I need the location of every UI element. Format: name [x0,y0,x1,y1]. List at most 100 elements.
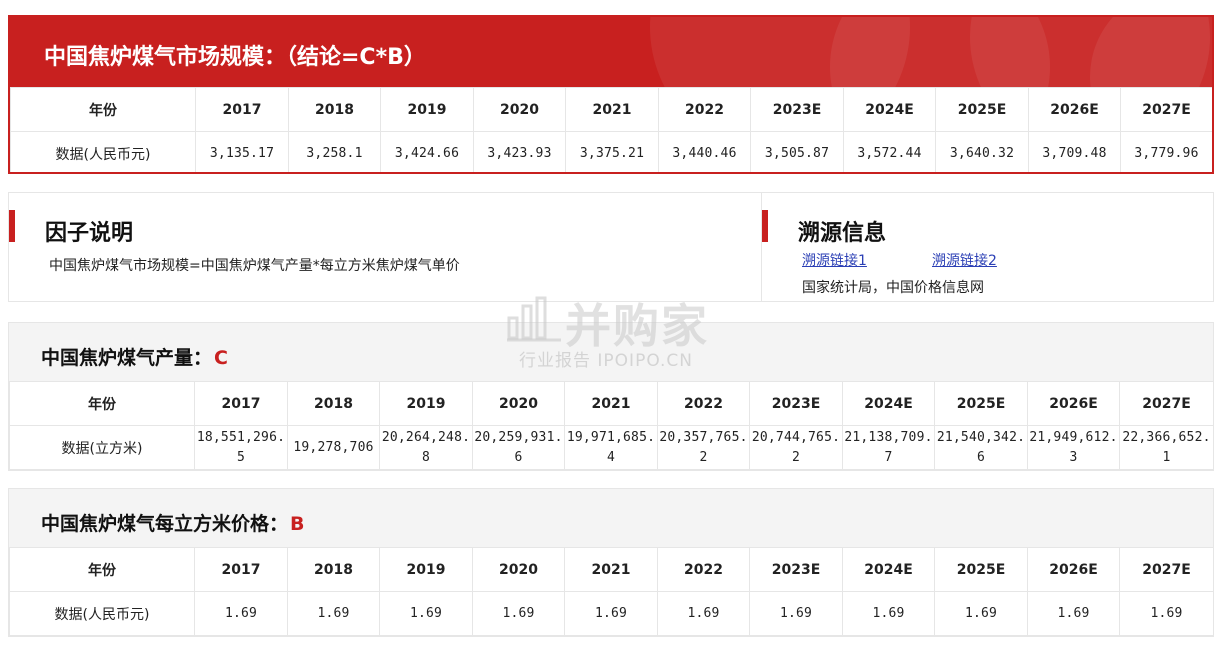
year-cell: 2026E [1027,547,1120,592]
year-cell: 2019 [379,381,473,426]
value-cell: 3,440.46 [658,131,751,172]
market-size-table: 年份 2017 2018 2019 2020 2021 2022 2023E 2… [10,87,1212,172]
table-row: 数据(人民币元) 1.69 1.69 1.69 1.69 1.69 1.69 1… [9,591,1214,636]
year-cell: 2020 [472,547,565,592]
value-cell: 18,551,296.5 [194,425,288,470]
factor-panel: 因子说明 中国焦炉煤气市场规模=中国焦炉煤气产量*每立方米焦炉煤气单价 [8,192,762,302]
value-cell: 1.69 [934,591,1028,636]
production-section: 中国焦炉煤气产量： C 年份 2017 2018 2019 2020 2021 2… [8,322,1214,471]
value-cell: 3,640.32 [935,131,1029,172]
market-size-header: 中国焦炉煤气市场规模：（结论=C*B） [10,17,1212,87]
accent-bar [762,210,768,242]
value-cell: 21,949,612.3 [1027,425,1120,470]
market-size-title: 中国焦炉煤气市场规模：（结论=C*B） [44,45,426,70]
value-cell: 1.69 [1119,591,1214,636]
production-title: 中国焦炉煤气产量： C [41,343,228,370]
year-cell: 2025E [934,381,1028,426]
source-link-2[interactable]: 溯源链接2 [932,250,997,270]
price-section: 中国焦炉煤气每立方米价格： B 年份 2017 2018 2019 2020 20… [8,488,1214,637]
year-cell: 2027E [1120,87,1212,132]
value-cell: 1.69 [749,591,843,636]
value-cell: 3,135.17 [195,131,289,172]
year-cell: 2026E [1028,87,1121,132]
value-cell: 3,375.21 [565,131,659,172]
value-cell: 20,744,765.2 [749,425,843,470]
year-cell: 2024E [842,381,935,426]
table-row: 数据(人民币元) 3,135.17 3,258.1 3,424.66 3,423… [10,131,1212,172]
value-cell: 3,572.44 [843,131,936,172]
year-cell: 2024E [842,547,935,592]
price-table: 年份 2017 2018 2019 2020 2021 2022 2023E 2… [9,547,1214,636]
value-cell: 22,366,652.1 [1119,425,1214,470]
header-cell-year: 年份 [9,381,195,426]
value-cell: 20,264,248.8 [379,425,473,470]
header-cell-year: 年份 [10,87,196,132]
value-cell: 3,424.66 [380,131,474,172]
year-cell: 2019 [380,87,474,132]
year-cell: 2021 [564,381,658,426]
accent-bar [9,210,15,242]
table-header-row: 年份 2017 2018 2019 2020 2021 2022 2023E 2… [9,547,1214,592]
table-row: 数据(立方米) 18,551,296.5 19,278,706 20,264,2… [9,425,1214,470]
year-cell: 2025E [934,547,1028,592]
year-cell: 2023E [749,381,843,426]
year-cell: 2017 [194,381,288,426]
year-cell: 2018 [287,547,380,592]
value-cell: 20,357,765.2 [657,425,750,470]
value-cell: 1.69 [379,591,473,636]
value-cell: 19,971,685.4 [564,425,658,470]
value-cell: 20,259,931.6 [472,425,565,470]
year-cell: 2027E [1119,381,1214,426]
value-cell: 3,709.48 [1028,131,1121,172]
value-cell: 1.69 [472,591,565,636]
year-cell: 2021 [565,87,659,132]
value-cell: 19,278,706 [287,425,380,470]
year-cell: 2021 [564,547,658,592]
price-section-header: 中国焦炉煤气每立方米价格： B [9,489,1213,547]
value-cell: 1.69 [287,591,380,636]
row-label: 数据(立方米) [9,425,195,470]
value-cell: 21,540,342.6 [934,425,1028,470]
price-title: 中国焦炉煤气每立方米价格： B [41,509,305,536]
factor-formula-text: 中国焦炉煤气市场规模=中国焦炉煤气产量*每立方米焦炉煤气单价 [49,258,460,274]
year-cell: 2018 [287,381,380,426]
header-cell-year: 年份 [9,547,195,592]
year-cell: 2027E [1119,547,1214,592]
factor-heading: 因子说明 [45,221,134,246]
row-label: 数据(人民币元) [9,591,195,636]
production-table: 年份 2017 2018 2019 2020 2021 2022 2023E 2… [9,381,1214,470]
value-cell: 3,258.1 [288,131,381,172]
source-text: 国家统计局，中国价格信息网 [802,280,984,296]
year-cell: 2023E [749,547,843,592]
year-cell: 2026E [1027,381,1120,426]
year-cell: 2022 [658,87,751,132]
production-section-header: 中国焦炉煤气产量： C [9,323,1213,381]
value-cell: 1.69 [1027,591,1120,636]
value-cell: 3,779.96 [1120,131,1212,172]
year-cell: 2023E [750,87,844,132]
year-cell: 2022 [657,381,750,426]
value-cell: 1.69 [194,591,288,636]
production-code: C [214,347,228,369]
price-title-text: 中国焦炉煤气每立方米价格： [41,513,289,535]
year-cell: 2024E [843,87,936,132]
year-cell: 2022 [657,547,750,592]
year-cell: 2019 [379,547,473,592]
year-cell: 2025E [935,87,1029,132]
row-label: 数据(人民币元) [10,131,196,172]
value-cell: 21,138,709.7 [842,425,935,470]
year-cell: 2017 [195,87,289,132]
year-cell: 2020 [472,381,565,426]
source-heading: 溯源信息 [798,221,887,246]
value-cell: 3,423.93 [473,131,566,172]
source-panel: 溯源信息 溯源链接1 溯源链接2 国家统计局，中国价格信息网 [761,192,1214,302]
production-title-text: 中国焦炉煤气产量： [41,347,213,369]
price-code: B [290,513,305,535]
table-header-row: 年份 2017 2018 2019 2020 2021 2022 2023E 2… [10,87,1212,132]
value-cell: 1.69 [657,591,750,636]
value-cell: 1.69 [842,591,935,636]
table-header-row: 年份 2017 2018 2019 2020 2021 2022 2023E 2… [9,381,1214,426]
market-size-panel: 中国焦炉煤气市场规模：（结论=C*B） 年份 2017 2018 2019 20… [8,15,1214,174]
value-cell: 1.69 [564,591,658,636]
source-link-1[interactable]: 溯源链接1 [802,250,867,270]
